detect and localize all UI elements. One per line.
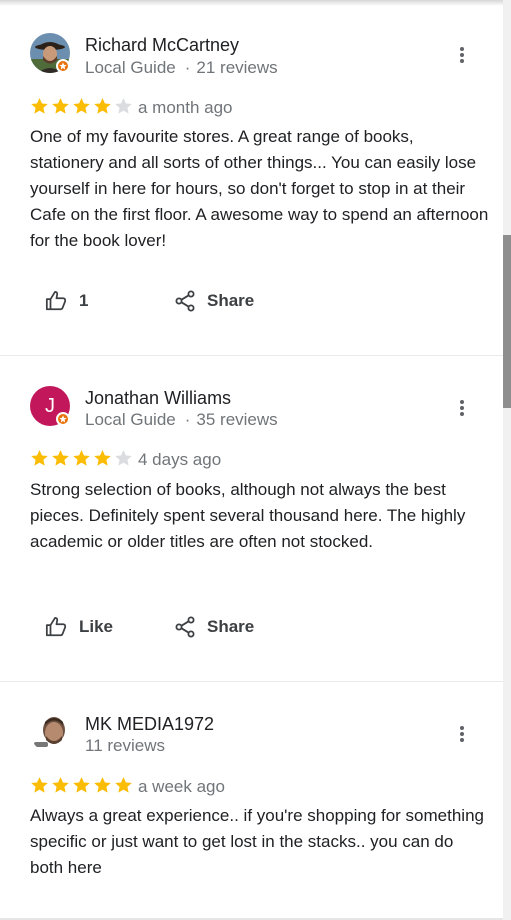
star-rating: [30, 449, 135, 469]
avatar[interactable]: [30, 712, 70, 752]
star-filled-icon: [51, 776, 71, 795]
review-count: 35 reviews: [196, 410, 278, 429]
reviewer-meta[interactable]: Local Guide · 35 reviews: [85, 410, 278, 430]
reviewer-name[interactable]: MK MEDIA1972: [85, 714, 214, 735]
local-guide-label: Local Guide: [85, 410, 176, 429]
share-label: Share: [207, 291, 255, 310]
review-text: Strong selection of books, although not …: [30, 480, 466, 551]
thumb-up-icon: [45, 290, 67, 311]
star-empty-icon: [114, 449, 134, 468]
review-date: 4 days ago: [138, 450, 222, 469]
review-count: 11 reviews: [85, 736, 165, 755]
scrollbar-thumb[interactable]: [503, 235, 511, 408]
like-count: 1: [79, 291, 89, 310]
star-filled-icon: [51, 97, 71, 116]
reviewer-meta[interactable]: 11 reviews: [85, 736, 165, 756]
like-label: Like: [79, 617, 114, 636]
reviewer-meta[interactable]: Local Guide · 21 reviews: [85, 58, 278, 78]
share-button[interactable]: Share: [175, 614, 254, 640]
reviewer-name[interactable]: Richard McCartney: [85, 35, 239, 56]
share-icon: [175, 290, 195, 312]
avatar-photo: [30, 712, 70, 752]
more-options-button[interactable]: [455, 726, 469, 746]
star-filled-icon: [93, 776, 113, 795]
share-icon: [175, 616, 195, 638]
review-card: Richard McCartney Local Guide · 21 reviews…: [0, 0, 503, 355]
local-guide-badge-icon: [56, 412, 70, 426]
star-filled-icon: [72, 776, 92, 795]
review-count: 21 reviews: [196, 58, 278, 77]
meta-separator: ·: [184, 410, 191, 429]
local-guide-badge-icon: [56, 59, 70, 73]
review-date: a week ago: [138, 777, 225, 796]
meta-separator: ·: [184, 58, 191, 77]
review-card: J Jonathan Williams Local Guide · 35 revie…: [0, 356, 503, 681]
local-guide-label: Local Guide: [85, 58, 176, 77]
star-filled-icon: [72, 97, 92, 116]
star-filled-icon: [30, 776, 50, 795]
scrollbar-track[interactable]: [503, 0, 511, 920]
star-filled-icon: [114, 776, 134, 795]
star-filled-icon: [93, 449, 113, 468]
avatar[interactable]: J: [30, 386, 70, 426]
star-empty-icon: [114, 97, 134, 116]
star-filled-icon: [30, 97, 50, 116]
avatar[interactable]: [30, 33, 70, 73]
reviewer-name[interactable]: Jonathan Williams: [85, 388, 231, 409]
star-rating: [30, 97, 135, 117]
review-date: a month ago: [138, 98, 233, 117]
review-card: MK MEDIA1972 11 reviews a week ago Alway…: [0, 682, 503, 918]
thumb-up-icon: [45, 616, 67, 637]
like-button[interactable]: 1: [45, 288, 88, 314]
star-rating: [30, 776, 135, 796]
like-button[interactable]: Like: [45, 614, 113, 640]
share-button[interactable]: Share: [175, 288, 254, 314]
more-options-button[interactable]: [455, 400, 469, 420]
star-filled-icon: [72, 449, 92, 468]
review-text: Always a great experience.. if you're sh…: [30, 806, 484, 877]
more-options-button[interactable]: [455, 47, 469, 67]
star-filled-icon: [93, 97, 113, 116]
star-filled-icon: [30, 449, 50, 468]
share-label: Share: [207, 617, 255, 636]
star-filled-icon: [51, 449, 71, 468]
review-text: One of my favourite stores. A great rang…: [30, 127, 489, 250]
